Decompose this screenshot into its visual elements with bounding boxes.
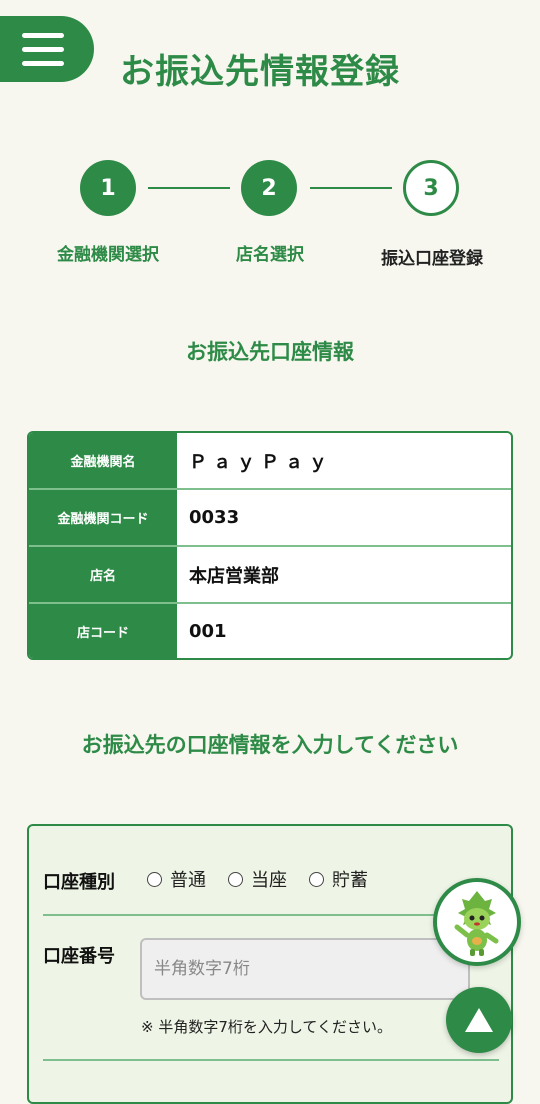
mascot-icon <box>454 891 499 956</box>
radio-label: 当座 <box>251 870 287 891</box>
step-3-label: 振込口座登録 <box>381 249 483 269</box>
step-connector <box>148 187 230 189</box>
step-3-circle: 3 <box>403 160 459 216</box>
account-number-label: 口座番号 <box>43 946 115 967</box>
table-row: 金融機関コード 0033 <box>29 490 511 547</box>
bank-name-value: ＰａｙＰａｙ <box>189 451 333 473</box>
branch-code-value: 001 <box>189 620 227 642</box>
radio-button[interactable] <box>147 871 162 887</box>
account-number-note: ※ 半角数字7桁を入力してください。 <box>141 1018 392 1036</box>
hamburger-menu-icon-bar <box>22 46 64 52</box>
account-type-radio-group: 普通 当座 貯蓄 <box>147 866 368 892</box>
radio-option-current[interactable]: 当座 <box>228 866 287 892</box>
radio-button[interactable] <box>228 871 243 887</box>
table-row: 金融機関名 ＰａｙＰａｙ <box>29 433 511 490</box>
table-row: 店名 本店営業部 <box>29 547 511 604</box>
menu-button[interactable] <box>0 16 94 82</box>
form-divider <box>43 914 499 916</box>
page-title: お振込先情報登録 <box>120 52 400 92</box>
account-info-table: 金融機関名 ＰａｙＰａｙ 金融機関コード 0033 店名 本店営業部 店コード … <box>27 431 513 660</box>
bank-code-key: 金融機関コード <box>29 490 177 545</box>
branch-name-value: 本店営業部 <box>189 565 279 587</box>
step-1-label: 金融機関選択 <box>57 245 159 265</box>
radio-button[interactable] <box>309 871 324 887</box>
step-2-circle: 2 <box>241 160 297 216</box>
table-row: 店コード 001 <box>29 604 511 658</box>
form-title: お振込先の口座情報を入力してください <box>81 733 459 757</box>
arrow-up-icon <box>465 1008 493 1032</box>
branch-name-key: 店名 <box>29 547 177 602</box>
step-connector <box>310 187 392 189</box>
radio-option-ordinary[interactable]: 普通 <box>147 866 206 892</box>
account-info-title: お振込先口座情報 <box>186 340 354 364</box>
hamburger-menu-icon-bar <box>22 60 64 66</box>
account-number-input[interactable] <box>140 938 470 1000</box>
account-form: 口座種別 普通 当座 貯蓄 口座番号 ※ 半角数字7桁を入力してください。 <box>27 824 513 1104</box>
scroll-top-button[interactable] <box>446 987 512 1053</box>
bank-code-value: 0033 <box>189 507 240 528</box>
bank-name-key: 金融機関名 <box>29 433 177 488</box>
branch-code-key: 店コード <box>29 604 177 658</box>
mascot-button[interactable] <box>433 878 521 966</box>
hamburger-menu-icon <box>22 32 64 38</box>
radio-option-savings[interactable]: 貯蓄 <box>309 866 368 892</box>
step-1-circle: 1 <box>80 160 136 216</box>
account-type-label: 口座種別 <box>43 872 115 893</box>
radio-label: 普通 <box>170 870 206 891</box>
step-indicator: 1 2 3 金融機関選択 店名選択 振込口座登録 <box>0 160 540 280</box>
form-divider <box>43 1059 499 1061</box>
radio-label: 貯蓄 <box>332 870 368 891</box>
step-2-label: 店名選択 <box>236 245 304 265</box>
